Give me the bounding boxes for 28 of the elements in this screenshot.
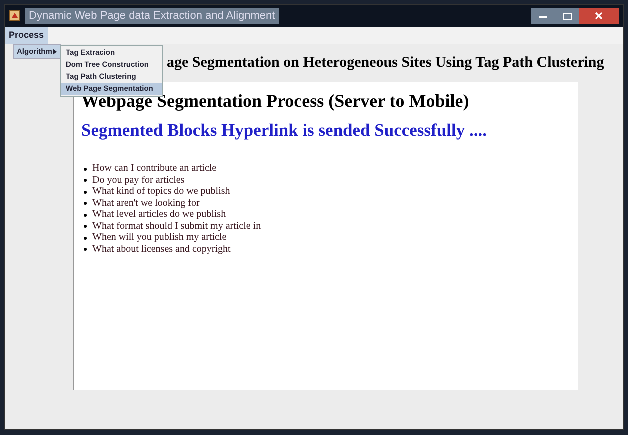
window-title: Dynamic Web Page data Extraction and Alignment bbox=[25, 8, 280, 24]
close-button[interactable] bbox=[579, 8, 619, 24]
close-icon bbox=[595, 12, 603, 20]
list-item: What level articles do we publish bbox=[92, 210, 226, 220]
minimize-button[interactable] bbox=[531, 8, 555, 24]
menu-item[interactable]: Process bbox=[5, 27, 48, 44]
bullet-icon bbox=[84, 225, 86, 228]
bullet-icon bbox=[84, 190, 86, 194]
list-item: Do you pay for articles bbox=[92, 176, 185, 186]
bullet-icon bbox=[84, 214, 86, 216]
minimize-icon bbox=[539, 14, 547, 18]
bullet-icon bbox=[84, 236, 86, 240]
status-message: Segmented Blocks Hyperlink is sended Successfully .... bbox=[82, 119, 488, 142]
bullet-icon bbox=[84, 179, 86, 182]
page-heading: age Segmentation on Heterogeneous Sites Using Tag Path Clustering bbox=[167, 54, 604, 73]
list-item: What format should I submit my article in bbox=[92, 222, 262, 232]
list-item: What kind of topics do we publish bbox=[92, 187, 230, 197]
maximize-icon bbox=[562, 12, 572, 20]
list-item: What aren't we looking for bbox=[92, 198, 200, 208]
app-icon bbox=[9, 10, 21, 22]
list-item: What about licenses and copyright bbox=[92, 244, 231, 254]
caret-icon bbox=[53, 48, 57, 54]
list-item: How can I contribute an article bbox=[92, 164, 217, 174]
bullet-icon bbox=[84, 168, 86, 170]
list-item: When will you publish my article bbox=[92, 233, 227, 243]
bullet-icon bbox=[84, 248, 86, 251]
bullet-icon bbox=[84, 202, 86, 205]
maximize-button[interactable] bbox=[555, 8, 579, 24]
